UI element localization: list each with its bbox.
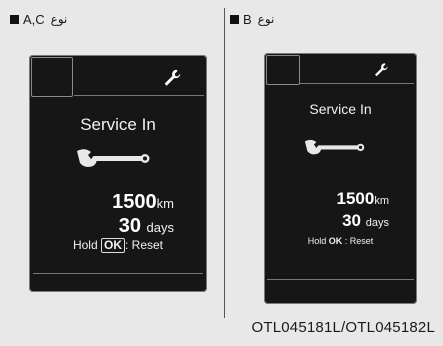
wrench-icon: [77, 149, 150, 167]
top-left-box: [31, 57, 73, 97]
distance-unit: km: [374, 195, 389, 207]
distance-value: 1500: [336, 189, 375, 208]
days-value: 30: [342, 211, 362, 230]
top-divider: [300, 83, 414, 84]
days-readout: 30 days: [119, 215, 174, 238]
reset-instruction: Hold OK : Reset: [264, 236, 417, 247]
reset-instruction: Hold OK: Reset: [29, 238, 207, 254]
service-title: Service In: [80, 115, 156, 134]
distance-value: 1500: [112, 191, 157, 213]
days-value: 30: [118, 215, 141, 237]
days-unit: days: [365, 217, 389, 229]
top-divider: [74, 95, 204, 96]
distance-unit: km: [156, 196, 174, 211]
reset-text: : Reset: [125, 238, 164, 252]
bottom-divider: [267, 279, 414, 280]
wrench-icon: [375, 63, 388, 77]
bullet-square-icon: [10, 14, 19, 24]
panel-divider: [224, 8, 225, 318]
top-left-box: [266, 55, 300, 85]
distance-readout: 1500km: [337, 189, 390, 209]
bullet-square-icon: [230, 14, 239, 24]
panel-a-c-label: A,C نوع: [10, 10, 67, 28]
ok-button-label: OK: [328, 236, 343, 246]
bottom-divider: [33, 273, 203, 274]
ok-button-label: OK: [101, 238, 125, 254]
days-readout: 30 days: [342, 211, 389, 231]
hold-text: Hold: [307, 236, 327, 246]
days-unit: days: [146, 220, 174, 235]
figure-caption: OTL045181L/OTL045182L: [251, 319, 435, 336]
service-title: Service In: [309, 101, 372, 117]
type-code: A,C: [23, 11, 45, 27]
cluster-screen-a-c: Service In 1500km 30 days Hold OK: Reset: [29, 55, 207, 292]
type-code: B: [243, 11, 252, 27]
cluster-screen-b: Service In 1500km 30 days Hold OK : Rese…: [264, 53, 417, 304]
panel-b-label: B نوع: [230, 10, 274, 28]
type-label: نوع: [257, 12, 275, 26]
distance-readout: 1500km: [112, 191, 174, 214]
reset-text: : Reset: [342, 236, 374, 246]
wrench-icon: [164, 69, 181, 86]
wrench-icon: [304, 139, 365, 155]
type-label: نوع: [50, 12, 68, 26]
hold-text: Hold: [72, 238, 98, 252]
